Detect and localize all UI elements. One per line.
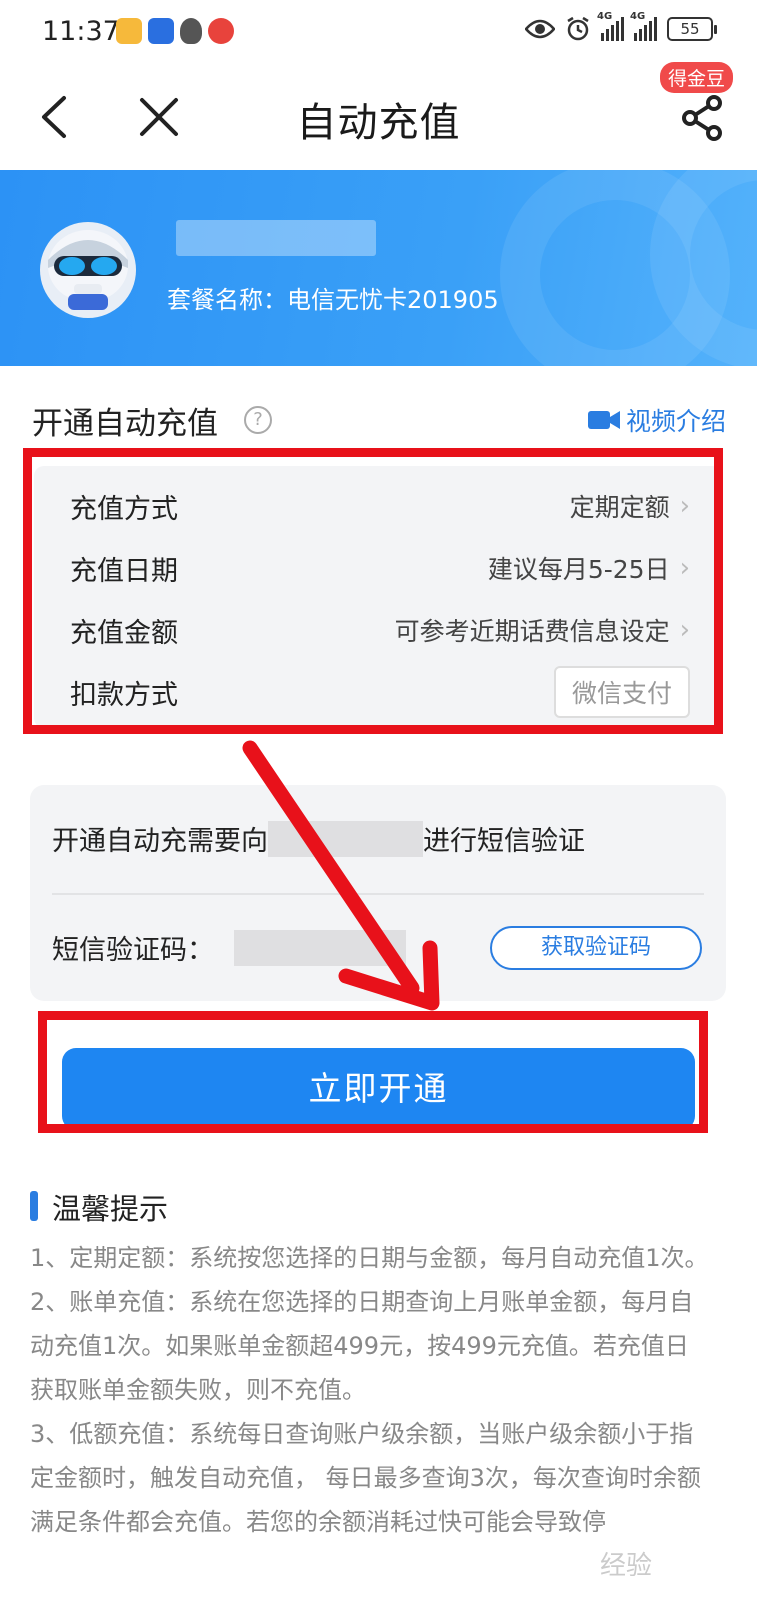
video-intro-label: 视频介绍 <box>626 407 727 436</box>
tips-title: 温馨提示 <box>52 1192 169 1226</box>
account-name-blurred <box>176 220 376 256</box>
watermark: 经验 <box>600 1551 653 1581</box>
divider <box>52 893 704 895</box>
battery-icon: 55 <box>667 17 717 41</box>
gold-bean-badge[interactable]: 得金豆 <box>660 62 734 93</box>
nav-bar: 自动充值 得金豆 <box>0 62 757 170</box>
eye-icon <box>525 19 555 39</box>
tip-item: 2、账单充值：系统在您选择的日期查询上月账单金额，每月自动充值1次。如果账单金额… <box>30 1288 694 1404</box>
tip-item: 1、定期定额：系统按您选择的日期与金额，每月自动充值1次。 <box>30 1244 709 1272</box>
package-name: 套餐名称：电信无忧卡201905 <box>167 286 499 314</box>
signal-icon-1: 4G <box>597 11 624 41</box>
section-title: 开通自动充值 <box>32 406 218 442</box>
network-tag-2: 4G <box>630 11 646 22</box>
page-title: 自动充值 <box>296 100 461 146</box>
sms-code-input-blurred[interactable] <box>234 929 406 966</box>
tips-list: 1、定期定额：系统按您选择的日期与金额，每月自动充值1次。 2、账单充值：系统在… <box>30 1236 710 1544</box>
network-tag-1: 4G <box>597 11 613 22</box>
get-code-button[interactable]: 获取验证码 <box>490 926 702 970</box>
sms-notice-prefix: 开通自动充需要向 <box>52 826 268 857</box>
sms-notice-suffix: 进行短信验证 <box>423 826 585 857</box>
status-time: 11:37 <box>42 16 120 47</box>
bulb-notification-icon <box>148 18 174 44</box>
avatar <box>40 222 136 318</box>
weibo-notification-icon <box>208 18 234 44</box>
share-icon[interactable] <box>680 94 726 142</box>
sms-code-field[interactable]: 短信验证码： <box>52 928 406 967</box>
sms-code-label: 短信验证码： <box>52 935 214 966</box>
status-bar: 11:37 4G 4G 55 <box>0 0 757 66</box>
highlight-box-button <box>38 1011 708 1133</box>
app-notification-icon <box>116 18 142 44</box>
account-banner: 套餐名称：电信无忧卡201905 <box>0 170 757 366</box>
phone-number-blurred <box>268 820 423 857</box>
sms-notice: 开通自动充需要向 进行短信验证 <box>52 819 585 858</box>
tip-item: 3、低额充值：系统每日查询账户级余额，当账户级余额小于指定金额时，触发自动充值，… <box>30 1420 701 1536</box>
video-intro-link[interactable]: 视频介绍 <box>588 402 726 438</box>
tips-accent-bar <box>30 1191 38 1221</box>
highlight-box-settings <box>23 448 723 734</box>
qq-notification-icon <box>180 18 202 44</box>
alarm-icon <box>567 16 589 41</box>
video-icon <box>588 411 620 429</box>
signal-icon-2: 4G <box>630 11 657 41</box>
sms-verification-card: 开通自动充需要向 进行短信验证 短信验证码： 获取验证码 <box>30 785 726 1001</box>
help-icon[interactable]: ? <box>244 406 272 434</box>
